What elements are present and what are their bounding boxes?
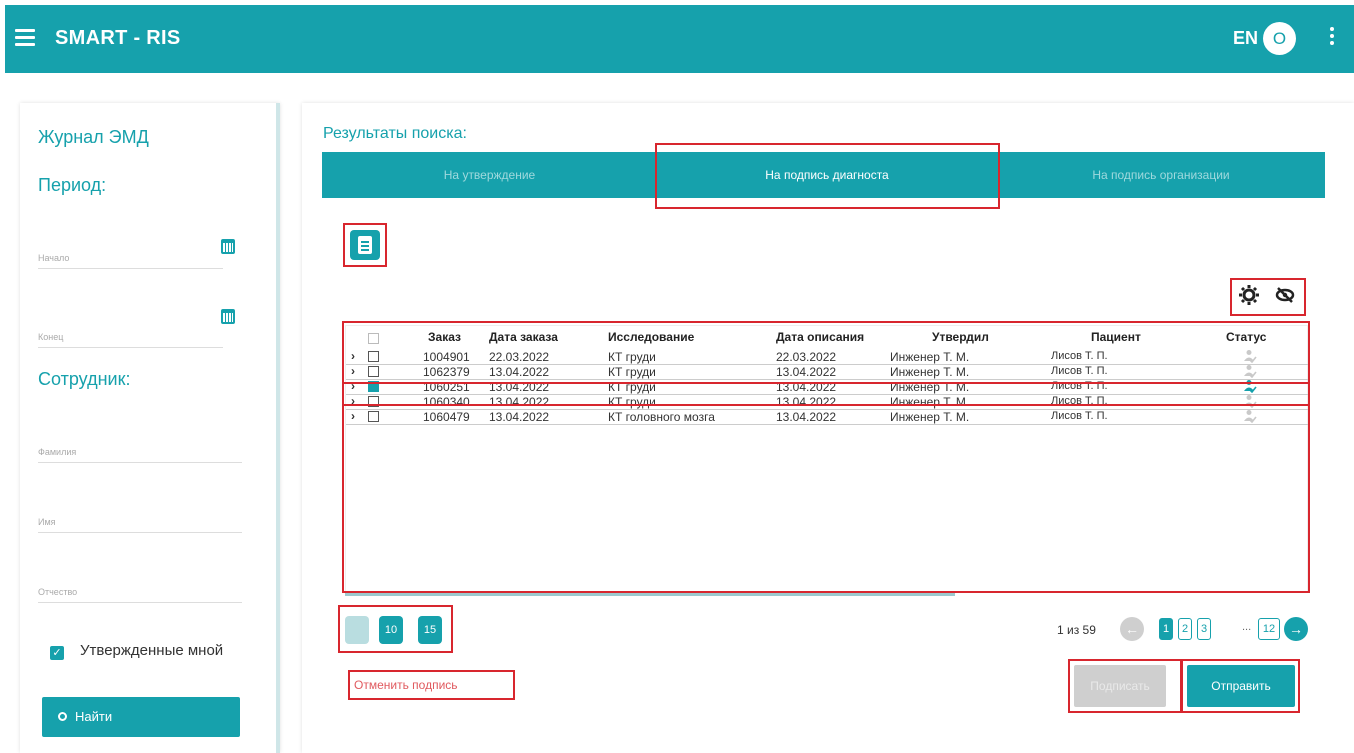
pager-summary: 1 из 59 bbox=[1057, 623, 1096, 637]
highlight-active-tab bbox=[655, 143, 1000, 209]
highlight-sign-button bbox=[1068, 659, 1182, 713]
horizontal-scrollbar[interactable] bbox=[345, 593, 955, 596]
lastname-field[interactable]: Фамилия bbox=[38, 441, 242, 463]
page-number-button[interactable]: 12 bbox=[1258, 618, 1280, 640]
find-button-label: Найти bbox=[75, 709, 113, 724]
top-app-bar: SMART - RIS EN O bbox=[5, 5, 1354, 73]
main-panel: Результаты поиска: На утверждение На под… bbox=[302, 103, 1354, 753]
page-number-button[interactable]: 1 bbox=[1159, 618, 1173, 640]
highlight-table-tools bbox=[1230, 278, 1306, 316]
prev-page-arrow-icon[interactable]: ← bbox=[1120, 617, 1144, 641]
highlight-cancel-signature bbox=[348, 670, 515, 700]
tab-for-approval[interactable]: На утверждение bbox=[322, 152, 657, 198]
sidebar-filter-panel: Журнал ЭМД Период: Начало Конец Сотрудни… bbox=[20, 103, 280, 753]
period-start-field[interactable]: Начало bbox=[38, 247, 223, 269]
highlight-send-button bbox=[1181, 659, 1300, 713]
approved-by-me-label: Утвержденные мной bbox=[80, 642, 224, 659]
next-page-arrow-icon[interactable]: → bbox=[1284, 617, 1308, 641]
avatar[interactable]: O bbox=[1263, 22, 1296, 55]
period-end-field[interactable]: Конец bbox=[38, 326, 223, 348]
tab-organization-signature[interactable]: На подпись организации bbox=[997, 152, 1325, 198]
hamburger-menu-icon[interactable] bbox=[15, 29, 35, 47]
calendar-icon[interactable] bbox=[221, 309, 235, 324]
employee-label: Сотрудник: bbox=[38, 369, 131, 389]
pager-ellipsis: ... bbox=[1242, 621, 1252, 633]
highlight-results-table bbox=[342, 321, 1310, 593]
patronymic-field[interactable]: Отчество bbox=[38, 581, 242, 603]
app-title: SMART - RIS bbox=[55, 27, 181, 49]
page-number-button[interactable]: 3 bbox=[1197, 618, 1211, 640]
period-label: Период: bbox=[38, 175, 107, 195]
find-button[interactable]: Найти bbox=[42, 697, 240, 737]
calendar-icon[interactable] bbox=[221, 239, 235, 254]
approved-by-me-checkbox[interactable]: ✓ bbox=[50, 646, 64, 660]
highlight-page-sizes bbox=[338, 605, 453, 653]
sidebar-title: Журнал ЭМД bbox=[38, 127, 149, 147]
highlight-selected-row bbox=[342, 382, 1310, 406]
language-switch[interactable]: EN bbox=[1233, 28, 1258, 49]
results-title: Результаты поиска: bbox=[323, 125, 467, 142]
page-number-button[interactable]: 2 bbox=[1178, 618, 1192, 640]
more-vertical-icon[interactable] bbox=[1330, 27, 1336, 49]
firstname-field[interactable]: Имя bbox=[38, 511, 242, 533]
highlight-document-button bbox=[343, 223, 387, 267]
search-icon bbox=[58, 712, 67, 721]
